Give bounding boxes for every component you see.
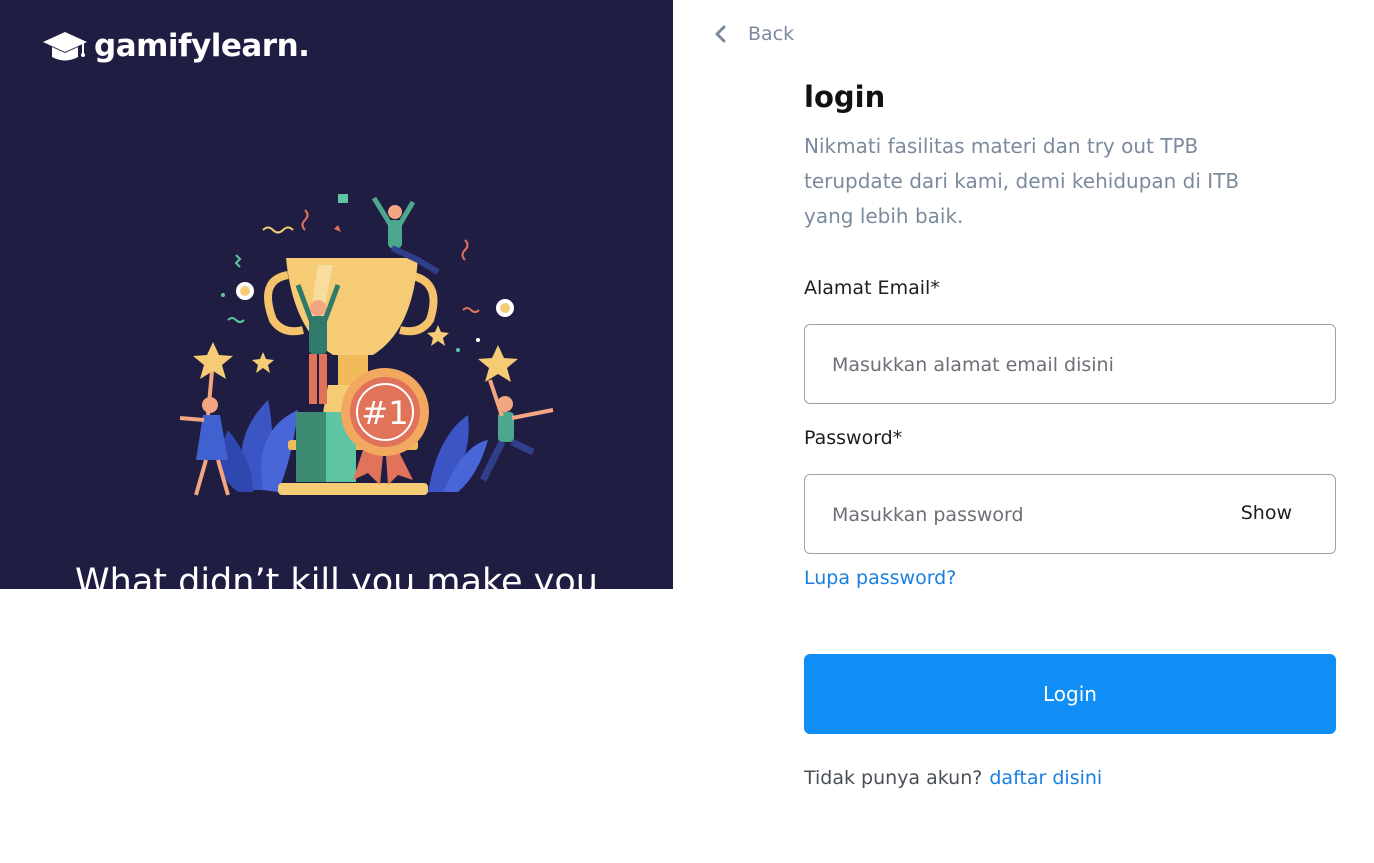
forgot-password-link[interactable]: Lupa password? [804, 567, 956, 589]
badge-text: #1 [361, 394, 408, 432]
signup-link[interactable]: daftar disini [989, 767, 1102, 789]
email-field-container [804, 324, 1336, 405]
trophy-illustration: #1 [179, 194, 554, 496]
show-password-toggle[interactable]: Show [1241, 502, 1292, 524]
signup-prompt-text: Tidak punya akun? [804, 767, 983, 789]
leaves-right [428, 415, 488, 492]
password-label: Password* [804, 427, 903, 449]
email-field[interactable] [830, 325, 1234, 405]
chevron-left-icon [715, 25, 726, 43]
signup-prompt: Tidak punya akun? daftar disini [804, 767, 1102, 789]
star-right [478, 345, 518, 382]
brand: gamifylearn. [41, 26, 310, 66]
person-left [179, 359, 230, 496]
email-label: Alamat Email* [804, 277, 940, 299]
person-right [479, 379, 554, 482]
password-field[interactable] [830, 475, 1234, 555]
brand-name: gamifylearn. [94, 28, 310, 64]
leaves-left [220, 400, 298, 492]
back-label: Back [748, 23, 795, 45]
page-subtitle: Nikmati fasilitas materi dan try out TPB… [804, 134, 1240, 228]
login-button[interactable]: Login [804, 654, 1336, 734]
tagline: What didn’t kill you make you [75, 562, 598, 589]
graduation-cap-icon [43, 32, 87, 61]
back-link[interactable]: Back [712, 22, 794, 46]
hero-panel: gamifylearn. #1 What didn’t kill you mak… [0, 0, 673, 589]
password-field-container: Show [804, 474, 1336, 555]
page-title: login [804, 80, 886, 114]
